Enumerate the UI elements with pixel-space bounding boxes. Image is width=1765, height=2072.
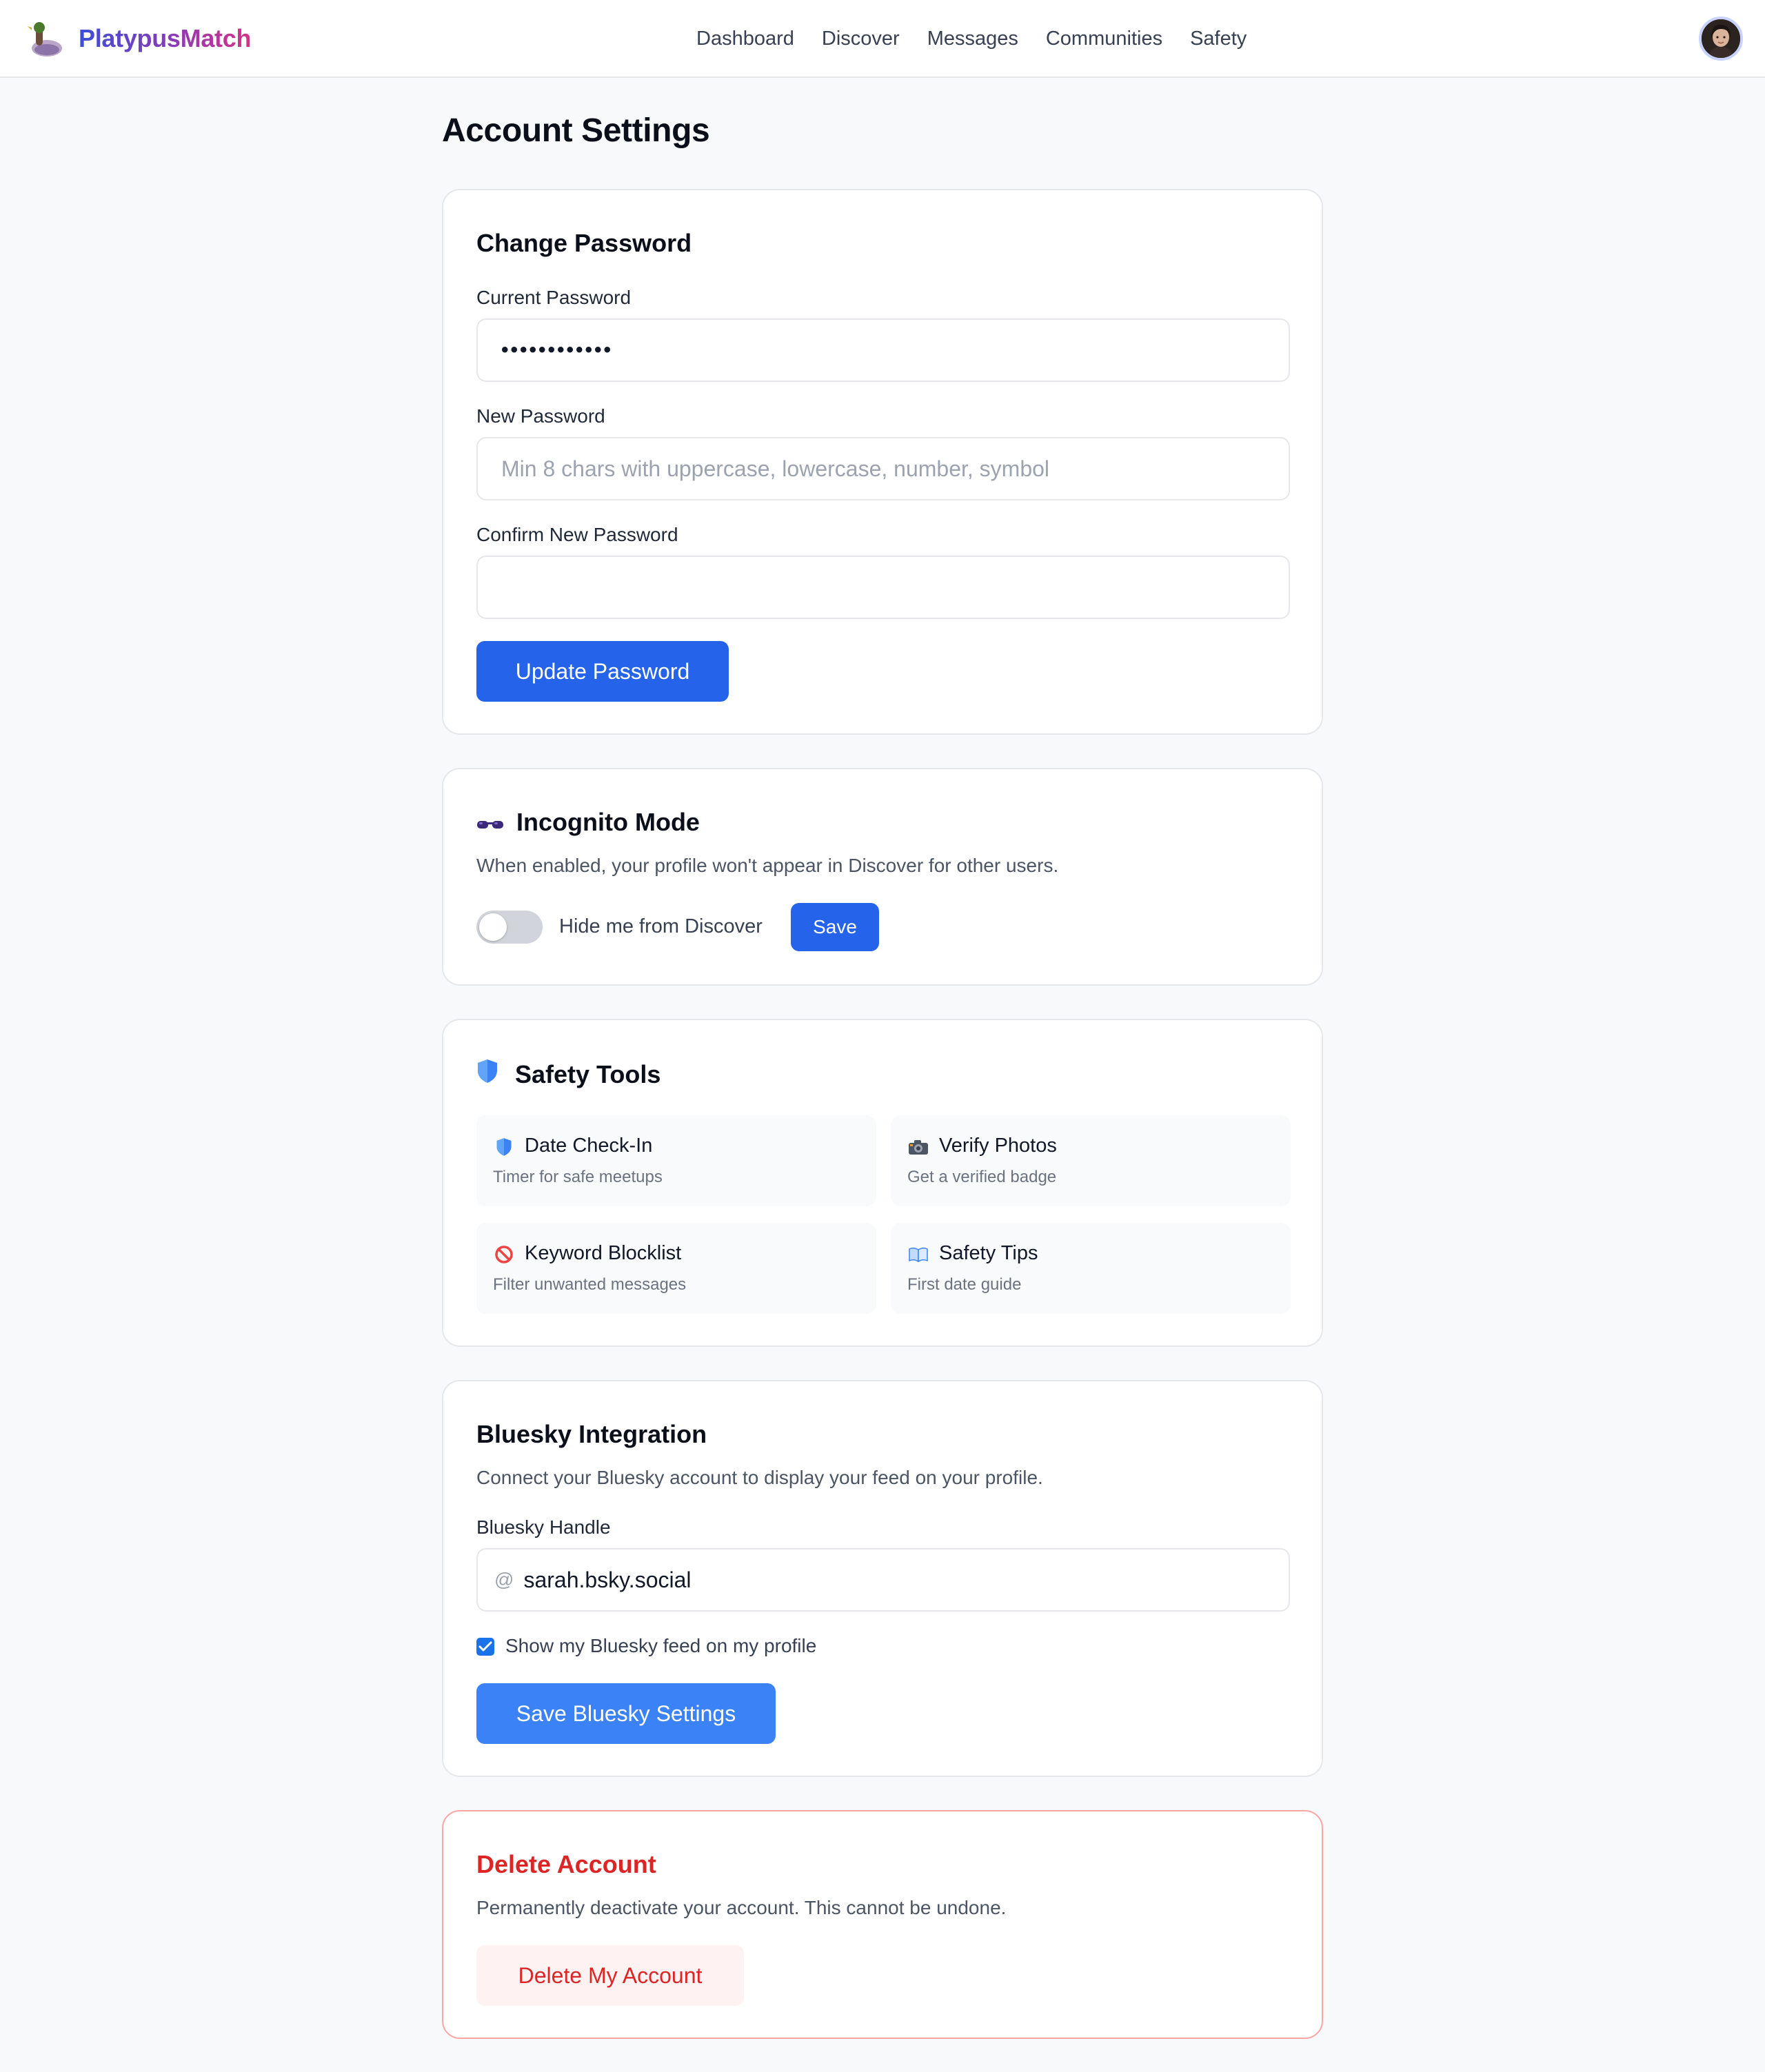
- tile-title: Date Check-In: [525, 1135, 653, 1157]
- toggle-label: Hide me from Discover: [559, 915, 763, 937]
- save-bluesky-button[interactable]: Save Bluesky Settings: [476, 1683, 776, 1744]
- tile-title: Verify Photos: [939, 1135, 1057, 1157]
- nav-discover[interactable]: Discover: [822, 23, 900, 54]
- toggle-knob: [479, 913, 507, 941]
- bluesky-card: Bluesky Integration Connect your Bluesky…: [442, 1380, 1323, 1777]
- tile-verify-photos[interactable]: Verify Photos Get a verified badge: [891, 1115, 1291, 1206]
- bluesky-handle-value: sarah.bsky.social: [523, 1567, 692, 1592]
- incognito-description: When enabled, your profile won't appear …: [476, 855, 1059, 876]
- user-avatar[interactable]: [1699, 17, 1743, 61]
- at-sign-icon: @: [494, 1569, 514, 1590]
- check-icon: [478, 1641, 492, 1652]
- bluesky-handle-label: Bluesky Handle: [476, 1516, 611, 1538]
- new-password-placeholder: Min 8 chars with uppercase, lowercase, n…: [501, 456, 1050, 481]
- shield-icon: [476, 1059, 500, 1090]
- delete-account-button[interactable]: Delete My Account: [476, 1945, 744, 2006]
- incognito-title: Incognito Mode: [516, 808, 700, 836]
- tile-keyword-blocklist[interactable]: Keyword Blocklist Filter unwanted messag…: [476, 1223, 876, 1314]
- bluesky-title: Bluesky Integration: [476, 1420, 707, 1448]
- current-password-value: ••••••••••••: [501, 338, 614, 361]
- current-password-label: Current Password: [476, 287, 632, 308]
- nav-communities[interactable]: Communities: [1046, 23, 1162, 54]
- page-title: Account Settings: [442, 112, 710, 149]
- sunglasses-icon: [476, 808, 504, 837]
- new-password-input[interactable]: Min 8 chars with uppercase, lowercase, n…: [476, 437, 1290, 500]
- confirm-password-label: Confirm New Password: [476, 524, 678, 545]
- tile-subtitle: Filter unwanted messages: [493, 1275, 687, 1294]
- confirm-password-input[interactable]: [476, 556, 1290, 619]
- brand-name: PlatypusMatch: [79, 24, 252, 52]
- safety-tools-heading: Safety Tools: [476, 1059, 660, 1090]
- tile-subtitle: Get a verified badge: [907, 1168, 1057, 1186]
- brand[interactable]: PlatypusMatch: [26, 18, 251, 59]
- bluesky-description: Connect your Bluesky account to display …: [476, 1467, 1043, 1488]
- platypus-duck-icon: [26, 19, 63, 58]
- book-icon: [907, 1243, 929, 1266]
- shield-icon: [493, 1136, 515, 1158]
- camera-icon: [907, 1136, 929, 1158]
- incognito-save-button[interactable]: Save: [791, 903, 879, 951]
- tile-subtitle: First date guide: [907, 1275, 1022, 1294]
- delete-account-title: Delete Account: [476, 1850, 656, 1878]
- change-password-title: Change Password: [476, 229, 692, 257]
- delete-account-card: Delete Account Permanently deactivate yo…: [442, 1810, 1323, 2039]
- nav-messages[interactable]: Messages: [927, 23, 1018, 54]
- show-feed-label[interactable]: Show my Bluesky feed on my profile: [505, 1635, 816, 1657]
- current-password-input[interactable]: ••••••••••••: [476, 318, 1290, 382]
- tile-subtitle: Timer for safe meetups: [493, 1168, 663, 1186]
- tile-title: Safety Tips: [939, 1242, 1038, 1264]
- incognito-toggle[interactable]: [476, 911, 543, 944]
- prohibited-icon: [493, 1243, 515, 1266]
- safety-tools-card: Safety Tools Date Check-In Timer for saf…: [442, 1019, 1323, 1347]
- main-nav: Dashboard Discover Messages Communities …: [696, 23, 1274, 54]
- tile-safety-tips[interactable]: Safety Tips First date guide: [891, 1223, 1291, 1314]
- new-password-label: New Password: [476, 405, 605, 427]
- show-feed-checkbox[interactable]: [476, 1638, 494, 1656]
- tile-title: Keyword Blocklist: [525, 1242, 682, 1264]
- incognito-heading: Incognito Mode: [476, 808, 700, 837]
- tile-date-check-in[interactable]: Date Check-In Timer for safe meetups: [476, 1115, 876, 1206]
- update-password-button[interactable]: Update Password: [476, 641, 729, 702]
- nav-dashboard[interactable]: Dashboard: [696, 23, 794, 54]
- bluesky-handle-input[interactable]: @ sarah.bsky.social: [476, 1548, 1290, 1612]
- incognito-card: Incognito Mode When enabled, your profil…: [442, 768, 1323, 986]
- change-password-card: Change Password Current Password •••••••…: [442, 189, 1323, 735]
- safety-tools-title: Safety Tools: [515, 1059, 661, 1088]
- delete-account-description: Permanently deactivate your account. Thi…: [476, 1897, 1007, 1918]
- top-navigation-bar: PlatypusMatch Dashboard Discover Message…: [0, 0, 1765, 78]
- nav-safety[interactable]: Safety: [1190, 23, 1247, 54]
